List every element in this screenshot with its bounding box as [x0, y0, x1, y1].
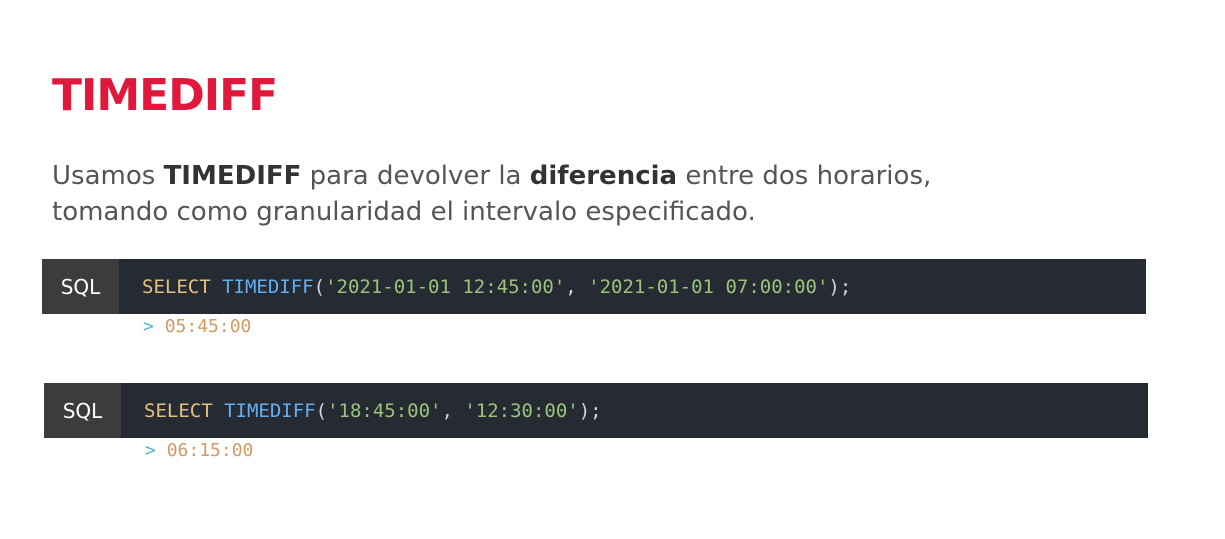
query-result-1: > 05:45:00 [143, 316, 251, 337]
sql-function: TIMEDIFF [222, 275, 314, 298]
language-tab: SQL [42, 259, 119, 314]
intro-text-part: entre dos horarios, [677, 161, 932, 191]
language-tab: SQL [44, 383, 121, 438]
sql-punctuation: ( [315, 399, 328, 422]
sql-code: SELECT TIMEDIFF('18:45:00', '12:30:00'); [121, 400, 602, 422]
result-value: 06:15:00 [166, 440, 254, 461]
sql-string-arg: '2021-01-01 07:00:00' [588, 275, 829, 298]
code-block-1: SQL SELECT TIMEDIFF('2021-01-01 12:45:00… [42, 259, 1146, 314]
query-result-2: > 06:15:00 [145, 440, 253, 461]
code-block-2: SQL SELECT TIMEDIFF('18:45:00', '12:30:0… [44, 383, 1148, 438]
sql-string-arg: '2021-01-01 12:45:00' [325, 275, 566, 298]
intro-text-part: Usamos [52, 161, 164, 191]
intro-bold-difference: diferencia [529, 161, 678, 191]
intro-text: Usamos TIMEDIFF para devolver la diferen… [52, 158, 1052, 230]
result-prompt-icon: > [143, 316, 154, 337]
result-value: 05:45:00 [164, 316, 252, 337]
intro-text-part: para devolver la [301, 161, 530, 191]
intro-bold-function: TIMEDIFF [163, 161, 302, 191]
sql-punctuation: ); [828, 275, 852, 298]
page-title: TIMEDIFF [52, 70, 278, 121]
result-prompt-icon: > [145, 440, 156, 461]
sql-punctuation: ( [313, 275, 326, 298]
intro-text-line2: tomando como granularidad el intervalo e… [52, 197, 756, 227]
sql-code: SELECT TIMEDIFF('2021-01-01 12:45:00', '… [119, 276, 851, 298]
sql-string-arg: '12:30:00' [464, 399, 579, 422]
sql-punctuation: ); [578, 399, 602, 422]
sql-keyword: SELECT [142, 275, 211, 298]
sql-string-arg: '18:45:00' [327, 399, 442, 422]
sql-function: TIMEDIFF [224, 399, 316, 422]
sql-punctuation: , [441, 399, 465, 422]
sql-keyword: SELECT [144, 399, 213, 422]
sql-punctuation: , [565, 275, 589, 298]
